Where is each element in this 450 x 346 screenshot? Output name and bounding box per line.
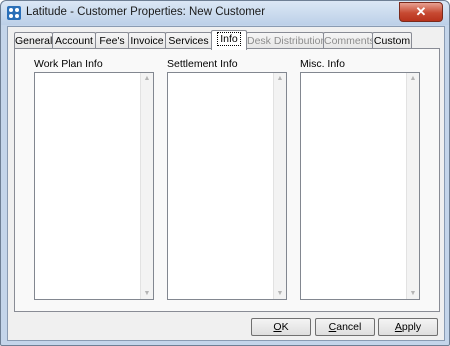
tab-services[interactable]: Services (165, 32, 212, 49)
info-tab-panel: Work Plan Info ▲ ▼ Settlement Info ▲ ▼ M… (14, 48, 440, 312)
tab-label: Account (55, 35, 93, 47)
tab-label: Desk Distribution (247, 35, 327, 47)
misc-info-label: Misc. Info (300, 58, 345, 70)
window-title: Latitude - Customer Properties: New Cust… (26, 6, 266, 18)
scroll-up-arrow-icon[interactable]: ▲ (274, 75, 286, 82)
ok-button[interactable]: OK (251, 318, 311, 336)
work-plan-info-label: Work Plan Info (34, 58, 103, 70)
cancel-button[interactable]: Cancel (315, 318, 375, 336)
cancel-label: ancel (336, 321, 362, 333)
apply-mnemonic: A (394, 321, 402, 333)
apply-label: pply (401, 321, 422, 333)
work-plan-info-textbox[interactable]: ▲ ▼ (34, 72, 154, 300)
dialog-body: General Account Fee's Invoice Services I… (7, 26, 445, 341)
tab-account[interactable]: Account (52, 32, 96, 49)
scroll-down-arrow-icon[interactable]: ▼ (274, 290, 286, 297)
tab-fees[interactable]: Fee's (95, 32, 129, 49)
vertical-scrollbar[interactable]: ▲ ▼ (140, 73, 153, 299)
settlement-info-textbox[interactable]: ▲ ▼ (167, 72, 287, 300)
ok-label: K (281, 321, 289, 333)
latitude-app-icon (7, 6, 21, 20)
scroll-up-arrow-icon[interactable]: ▲ (141, 75, 153, 82)
tab-general[interactable]: General (14, 32, 53, 49)
tab-comments: Comments (323, 32, 375, 49)
tab-label: General (15, 35, 53, 47)
tab-desk-distribution: Desk Distribution (246, 32, 327, 49)
tab-info[interactable]: Info (211, 30, 247, 50)
ok-mnemonic: O (273, 321, 282, 333)
tab-custom[interactable]: Custom (372, 32, 412, 49)
scroll-up-arrow-icon[interactable]: ▲ (407, 75, 419, 82)
tab-label: Info (217, 32, 241, 46)
tab-label: Fee's (99, 35, 125, 47)
tab-invoice[interactable]: Invoice (128, 32, 166, 49)
scroll-down-arrow-icon[interactable]: ▼ (141, 290, 153, 297)
settlement-info-label: Settlement Info (167, 58, 238, 70)
close-button[interactable]: ✕ (399, 2, 443, 22)
vertical-scrollbar[interactable]: ▲ ▼ (273, 73, 286, 299)
tab-label: Services (168, 35, 209, 47)
tab-label: Comments (324, 35, 375, 47)
tab-label: Invoice (130, 35, 164, 47)
close-icon: ✕ (415, 4, 427, 19)
customer-properties-window: Latitude - Customer Properties: New Cust… (0, 0, 450, 346)
vertical-scrollbar[interactable]: ▲ ▼ (406, 73, 419, 299)
misc-info-textbox[interactable]: ▲ ▼ (300, 72, 420, 300)
scroll-down-arrow-icon[interactable]: ▼ (407, 290, 419, 297)
tab-label: Custom (373, 35, 411, 47)
title-bar[interactable]: Latitude - Customer Properties: New Cust… (1, 1, 449, 25)
apply-button[interactable]: Apply (378, 318, 438, 336)
